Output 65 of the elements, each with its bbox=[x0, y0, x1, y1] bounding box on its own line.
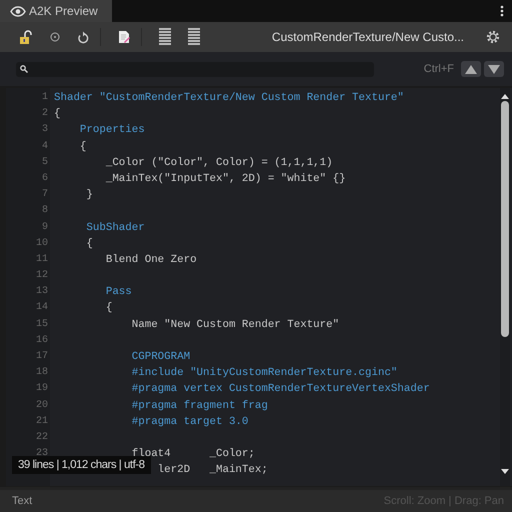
line-number: 11 bbox=[36, 254, 48, 265]
line-number: 14 bbox=[36, 302, 48, 314]
target-icon[interactable] bbox=[50, 32, 60, 42]
code-line: { bbox=[86, 238, 93, 250]
up-arrow-icon bbox=[501, 94, 509, 99]
code-line: ler2D _MainTex; bbox=[158, 464, 268, 476]
line-number: 8 bbox=[42, 205, 48, 216]
line-number: 5 bbox=[42, 156, 48, 168]
more-icon[interactable] bbox=[500, 5, 504, 17]
line-number: 17 bbox=[36, 351, 48, 362]
list-icon[interactable] bbox=[188, 28, 200, 46]
down-arrow-icon bbox=[488, 64, 500, 74]
code-line: #pragma fragment frag bbox=[132, 400, 268, 412]
code-line: CGPROGRAM bbox=[132, 351, 190, 363]
line-number: 22 bbox=[36, 432, 48, 443]
line-number: 21 bbox=[36, 416, 48, 427]
window-tab[interactable]: A2K Preview bbox=[0, 0, 112, 22]
document-icon[interactable] bbox=[118, 30, 130, 44]
line-number: 15 bbox=[36, 318, 48, 330]
code-line: Pass bbox=[106, 286, 132, 298]
code-line: Name "New Custom Render Texture" bbox=[132, 318, 340, 331]
line-number: 3 bbox=[42, 124, 48, 136]
code-line: } bbox=[86, 189, 93, 202]
search-icon bbox=[20, 65, 28, 73]
code-line: _MainTex("InputTex", 2D) = "white" {} bbox=[106, 172, 346, 185]
line-number: 20 bbox=[36, 400, 48, 411]
previous-button[interactable] bbox=[461, 61, 481, 77]
code-line: Shader "CustomRenderTexture/New Custom Render Texture" bbox=[54, 92, 404, 104]
code-line: #pragma target 3.0 bbox=[132, 416, 248, 428]
settings-icon[interactable] bbox=[486, 30, 500, 44]
refresh-icon[interactable] bbox=[77, 30, 89, 44]
status-text: Text bbox=[12, 495, 32, 507]
document-title: CustomRenderTexture/New Custo... bbox=[272, 30, 464, 44]
line-number: 1 bbox=[42, 92, 48, 103]
code-line: _Color ("Color", Color) = (1,1,1,1) bbox=[106, 156, 333, 169]
code-line: Properties bbox=[80, 124, 145, 136]
line-number: 9 bbox=[42, 222, 48, 232]
code-line: #pragma vertex CustomRenderTextureVertexShader bbox=[132, 383, 430, 396]
line-number: 18 bbox=[36, 367, 48, 378]
line-number: 4 bbox=[42, 140, 48, 152]
scrollbar[interactable] bbox=[500, 88, 510, 486]
down-arrow-icon bbox=[501, 469, 509, 474]
search-field[interactable] bbox=[16, 62, 374, 76]
shortcut-label: Ctrl+F bbox=[424, 63, 454, 75]
line-number: 6 bbox=[42, 172, 48, 184]
info-overlay: 39 lines | 1,012 chars | utf-8 bbox=[12, 456, 150, 474]
line-number: 16 bbox=[36, 334, 48, 346]
code-line: SubShader bbox=[86, 222, 145, 234]
line-number: 10 bbox=[36, 238, 48, 249]
line-number: 13 bbox=[36, 286, 48, 298]
code-line: { bbox=[54, 108, 60, 120]
code-line: Blend One Zero bbox=[106, 254, 197, 266]
list-icon[interactable] bbox=[159, 28, 171, 46]
line-number: 2 bbox=[42, 108, 48, 120]
lock-icon[interactable] bbox=[19, 30, 33, 44]
up-arrow-icon bbox=[465, 64, 477, 74]
line-number: 7 bbox=[42, 189, 48, 200]
code-line: { bbox=[106, 302, 112, 314]
next-button[interactable] bbox=[484, 61, 504, 77]
eye-icon bbox=[10, 6, 26, 16]
code-line: { bbox=[80, 140, 86, 153]
scrollbar-thumb[interactable] bbox=[501, 101, 509, 337]
line-number: 12 bbox=[36, 270, 48, 282]
line-number: 19 bbox=[36, 383, 48, 394]
code-line: #include "UnityCustomRenderTexture.cginc" bbox=[132, 367, 398, 380]
